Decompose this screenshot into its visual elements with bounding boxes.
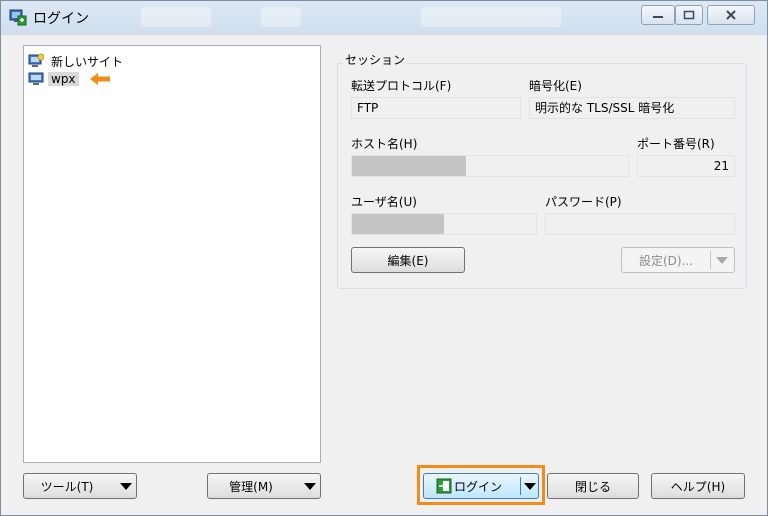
encryption-select[interactable]: 明示的な TLS/SSL 暗号化 — [529, 97, 735, 119]
close-window-button[interactable] — [707, 5, 755, 25]
user-input[interactable] — [351, 213, 537, 235]
chevron-down-icon — [304, 483, 316, 490]
settings-split-button[interactable]: 設定(D)... — [621, 247, 735, 273]
split-separator — [520, 477, 521, 495]
protocol-select[interactable]: FTP — [351, 97, 521, 119]
site-tree[interactable]: 新しいサイト wpx — [23, 45, 321, 463]
tree-item-label: wpx — [48, 72, 79, 86]
settings-button-label: 設定(D)... — [638, 253, 694, 268]
chevron-down-icon — [524, 483, 536, 490]
title-ghost — [261, 7, 301, 27]
close-icon — [726, 10, 736, 20]
title-bar[interactable]: ログイン — [1, 1, 767, 35]
title-ghost — [421, 7, 561, 27]
tree-item-wpx[interactable]: wpx — [28, 70, 111, 88]
minimize-icon — [653, 16, 663, 18]
password-label: パスワード(P) — [545, 195, 622, 209]
login-icon — [436, 478, 452, 494]
app-icon — [9, 9, 27, 26]
login-button-label: ログイン — [454, 479, 503, 494]
manage-button-label: 管理(M) — [229, 479, 273, 494]
tools-button-label: ツール(T) — [40, 479, 94, 494]
login-split-button[interactable]: ログイン — [423, 473, 539, 499]
title-ghost — [141, 7, 211, 27]
login-dialog: ログイン 新しいサイト wpx セッション 転送プロトコル(F) FTP 暗号化… — [0, 0, 768, 516]
dialog-body: 新しいサイト wpx セッション 転送プロトコル(F) FTP 暗号化(E) 明… — [9, 35, 761, 509]
maximize-button[interactable] — [675, 5, 703, 25]
port-label: ポート番号(R) — [637, 137, 715, 151]
computer-icon — [28, 72, 44, 85]
host-input[interactable] — [351, 155, 629, 177]
orange-arrow-left-icon — [89, 73, 110, 85]
tree-item-new-site[interactable]: 新しいサイト — [28, 52, 126, 70]
host-label: ホスト名(H) — [351, 137, 418, 151]
port-input[interactable]: 21 — [637, 155, 735, 177]
user-label: ユーザ名(U) — [351, 195, 417, 209]
chevron-down-icon — [120, 483, 132, 490]
protocol-label: 転送プロトコル(F) — [351, 79, 452, 93]
minimize-button[interactable] — [641, 5, 675, 25]
manage-split-button[interactable]: 管理(M) — [207, 473, 321, 499]
tools-split-button[interactable]: ツール(T) — [23, 473, 137, 499]
redacted-mask — [352, 156, 466, 176]
edit-button[interactable]: 編集(E) — [351, 247, 465, 273]
split-separator — [710, 251, 711, 269]
session-group-title: セッション — [343, 51, 408, 68]
tree-item-label: 新しいサイト — [51, 54, 124, 69]
encryption-label: 暗号化(E) — [529, 79, 582, 93]
window-title: ログイン — [33, 11, 89, 27]
help-button[interactable]: ヘルプ(H) — [651, 473, 745, 499]
new-site-icon — [28, 53, 44, 67]
redacted-mask — [352, 214, 444, 234]
close-button[interactable]: 閉じる — [547, 473, 639, 499]
password-input[interactable] — [545, 213, 735, 235]
chevron-down-icon — [716, 257, 728, 264]
maximize-icon — [683, 10, 695, 20]
